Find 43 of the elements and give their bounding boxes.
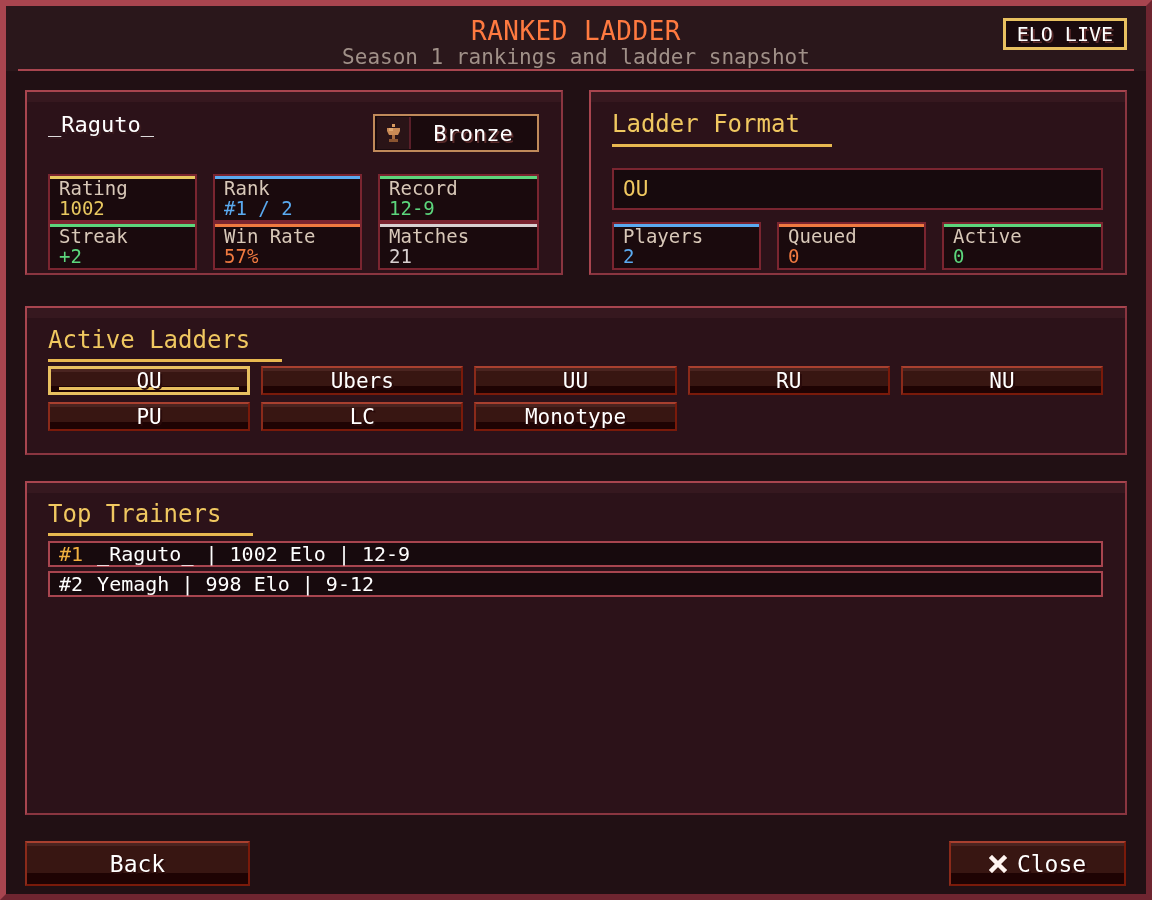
stat-label: Rank	[223, 179, 271, 198]
format-display: OU	[612, 168, 1103, 210]
ladder-tab[interactable]: Monotype	[474, 402, 677, 431]
back-button[interactable]: Back	[25, 841, 250, 886]
window-subtitle: Season 1 rankings and ladder snapshot	[342, 45, 810, 69]
stat-label: Matches	[388, 227, 471, 246]
stat-label: Rating	[58, 179, 129, 198]
live-badge: ELO LIVE	[1002, 18, 1127, 50]
stat-value: +2	[58, 246, 83, 266]
ladder-tab[interactable]: NU	[900, 366, 1103, 395]
window-title: RANKED LADDER	[471, 17, 681, 45]
stat-value: 21	[388, 246, 413, 266]
stat-value: #1 / 2	[223, 198, 294, 218]
ladder-tab[interactable]: OU	[48, 366, 251, 395]
stat-label: Active	[952, 227, 1023, 246]
player-name: _Raguto_	[48, 112, 154, 138]
close-icon	[988, 854, 1007, 873]
stat-label: Queued	[787, 227, 858, 246]
ladder-tab[interactable]: LC	[261, 402, 464, 431]
section-title: Active Ladders	[48, 326, 283, 362]
stat-value: 2	[622, 246, 635, 266]
close-button[interactable]: Close	[949, 841, 1126, 886]
stat-value: 57%	[223, 246, 260, 266]
stat-label: Record	[388, 179, 459, 198]
rank-label: #1	[59, 543, 84, 565]
trainer-info: Yemagh | 998 Elo | 9-12	[97, 573, 375, 595]
ladder-tab[interactable]: Ubers	[261, 366, 464, 395]
tier-label: Bronze	[432, 120, 514, 146]
ladder-tab[interactable]: PU	[48, 402, 251, 431]
stat-value: 0	[787, 246, 801, 266]
stat-label: Win Rate	[223, 227, 317, 246]
section-title: Ladder Format	[612, 110, 832, 147]
stat-value: 0	[952, 246, 966, 266]
section-title: Top Trainers	[48, 500, 254, 536]
stat-label: Streak	[58, 227, 129, 246]
ladder-tab[interactable]: UU	[474, 366, 677, 395]
trophy-icon	[377, 117, 411, 149]
ladder-tab[interactable]: RU	[687, 366, 890, 395]
stat-value: 12-9	[388, 198, 436, 218]
stat-value: 1002	[58, 198, 105, 218]
stat-label: Players	[622, 227, 705, 246]
rank-label: #2	[59, 573, 84, 595]
trainer-info: _Raguto_ | 1002 Elo | 12-9	[97, 543, 411, 565]
